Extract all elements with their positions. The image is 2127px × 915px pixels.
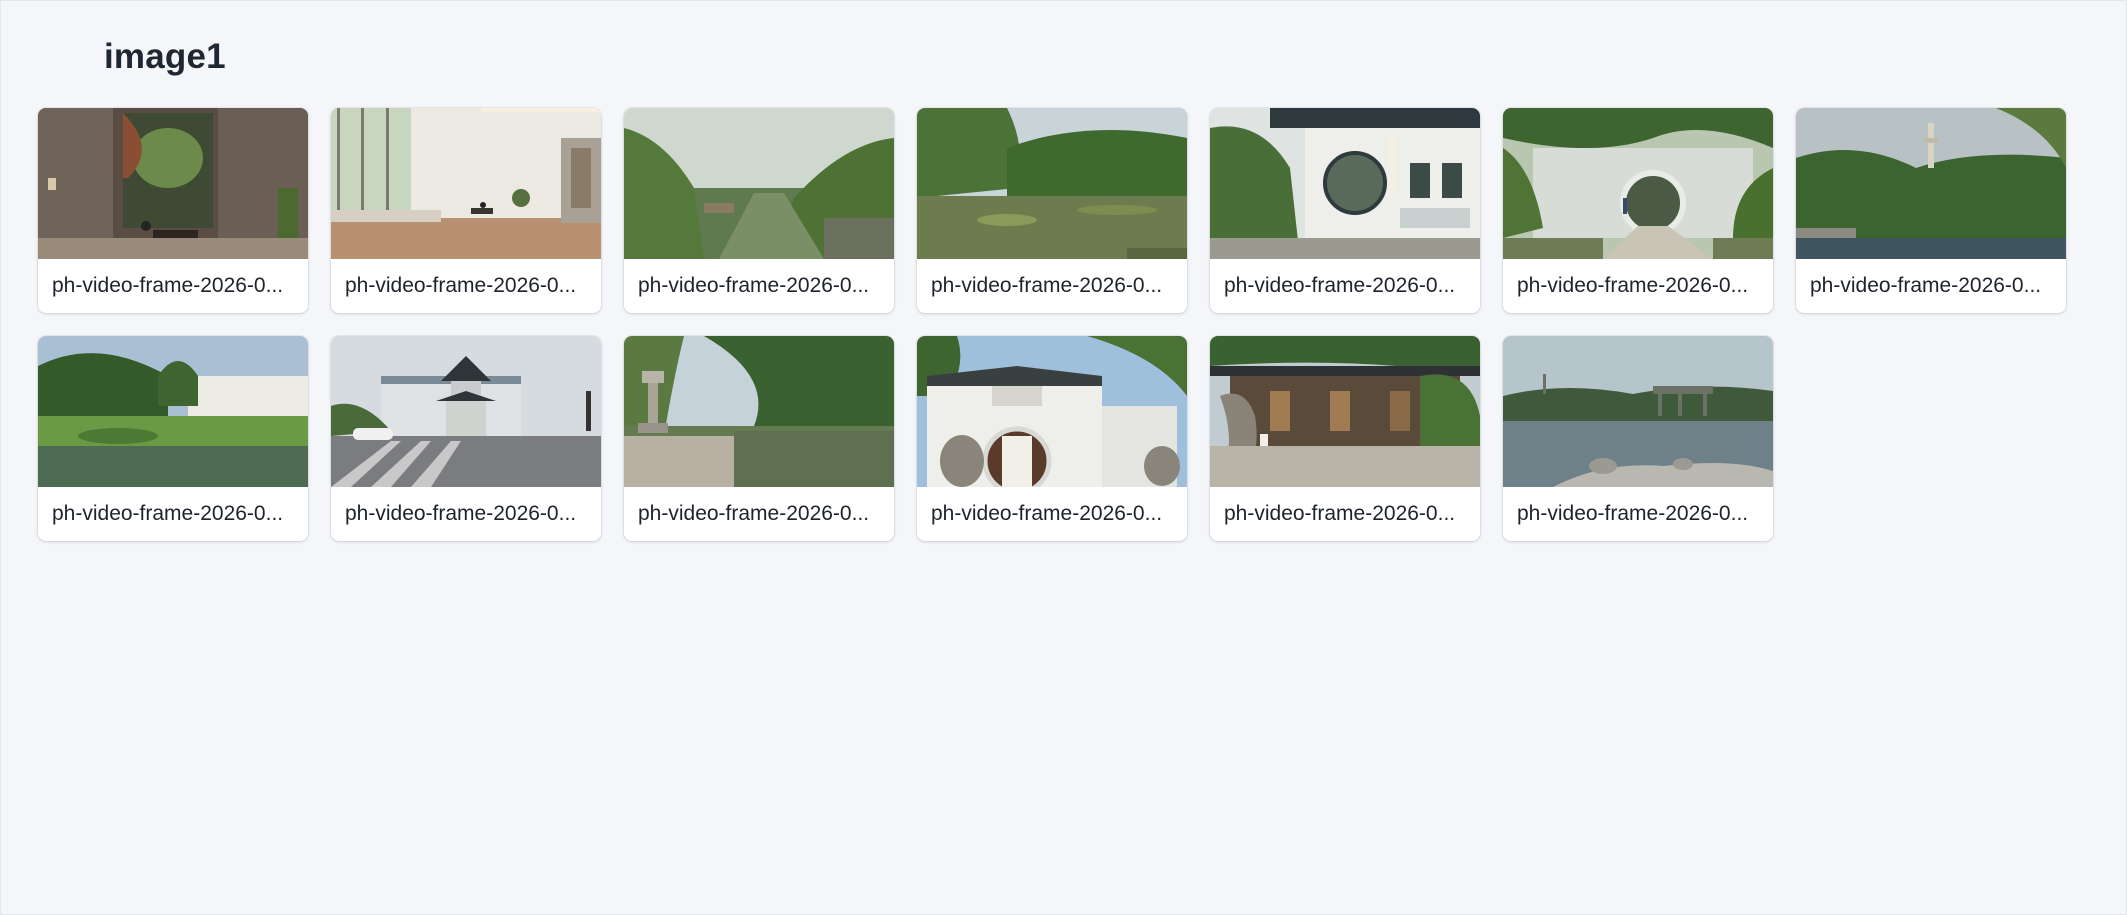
image-thumbnail [1503, 108, 1773, 259]
gallery-window: image1 ph-video-frame-2026-0... ph-video… [0, 0, 2127, 915]
image-thumbnail [1210, 336, 1480, 487]
image-thumbnail [38, 336, 308, 487]
image-card[interactable]: ph-video-frame-2026-0... [917, 108, 1187, 313]
image-thumbnail [917, 108, 1187, 259]
image-card[interactable]: ph-video-frame-2026-0... [1210, 108, 1480, 313]
image-thumbnail [624, 108, 894, 259]
image-card[interactable]: ph-video-frame-2026-0... [38, 108, 308, 313]
image-filename: ph-video-frame-2026-0... [1224, 502, 1456, 525]
image-filename: ph-video-frame-2026-0... [1517, 502, 1749, 525]
image-filename: ph-video-frame-2026-0... [345, 502, 577, 525]
image-card[interactable]: ph-video-frame-2026-0... [1210, 336, 1480, 541]
image-filename: ph-video-frame-2026-0... [52, 502, 284, 525]
image-filename: ph-video-frame-2026-0... [931, 274, 1163, 297]
image-card[interactable]: ph-video-frame-2026-0... [624, 108, 894, 313]
image-thumbnail [624, 336, 894, 487]
image-card[interactable]: ph-video-frame-2026-0... [38, 336, 308, 541]
image-thumbnail [1796, 108, 2066, 259]
image-card[interactable]: ph-video-frame-2026-0... [1796, 108, 2066, 313]
image-thumbnail [1503, 336, 1773, 487]
image-card[interactable]: ph-video-frame-2026-0... [917, 336, 1187, 541]
image-filename: ph-video-frame-2026-0... [638, 274, 870, 297]
image-thumbnail [38, 108, 308, 259]
image-filename: ph-video-frame-2026-0... [52, 274, 284, 297]
image-thumbnail [917, 336, 1187, 487]
image-thumbnail [1210, 108, 1480, 259]
image-grid: ph-video-frame-2026-0... ph-video-frame-… [38, 108, 2078, 541]
image-filename: ph-video-frame-2026-0... [345, 274, 577, 297]
image-thumbnail [331, 108, 601, 259]
image-filename: ph-video-frame-2026-0... [1224, 274, 1456, 297]
image-filename: ph-video-frame-2026-0... [1810, 274, 2042, 297]
image-card[interactable]: ph-video-frame-2026-0... [331, 108, 601, 313]
image-filename: ph-video-frame-2026-0... [1517, 274, 1749, 297]
image-card[interactable]: ph-video-frame-2026-0... [331, 336, 601, 541]
image-filename: ph-video-frame-2026-0... [931, 502, 1163, 525]
image-thumbnail [331, 336, 601, 487]
image-card[interactable]: ph-video-frame-2026-0... [624, 336, 894, 541]
image-card[interactable]: ph-video-frame-2026-0... [1503, 336, 1773, 541]
page-title: image1 [104, 37, 226, 76]
image-filename: ph-video-frame-2026-0... [638, 502, 870, 525]
image-card[interactable]: ph-video-frame-2026-0... [1503, 108, 1773, 313]
